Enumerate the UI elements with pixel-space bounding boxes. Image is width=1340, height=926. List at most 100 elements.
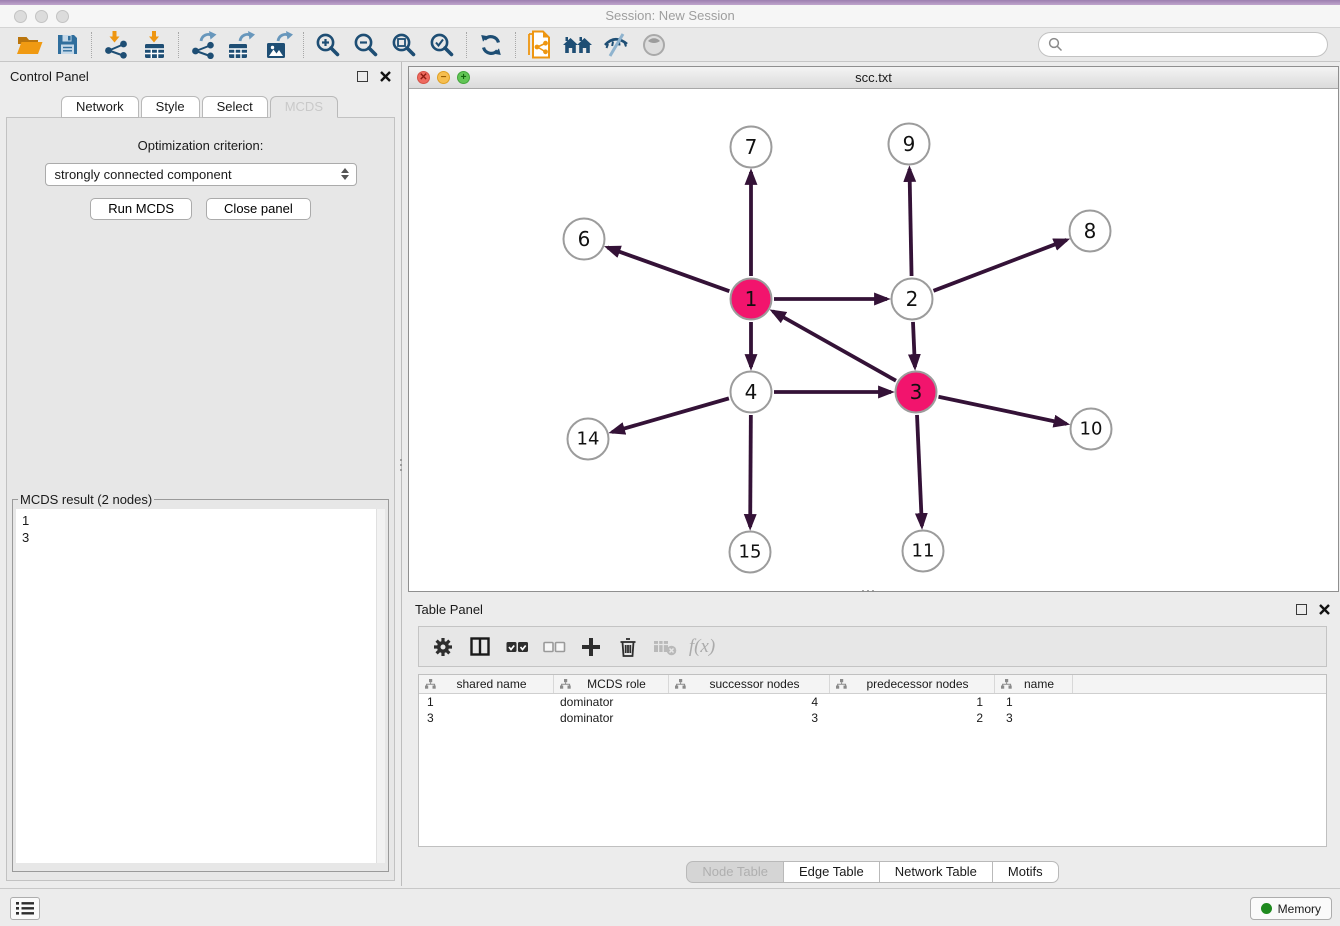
zoom-window-button[interactable] [56,10,69,23]
export-network-icon[interactable] [184,30,222,60]
graph-node-label-9: 9 [903,132,916,156]
cell-successor-nodes[interactable]: 3 [669,710,830,726]
window-traffic-lights[interactable] [14,10,69,23]
run-mcds-button[interactable]: Run MCDS [90,198,192,220]
unselect-all-icon[interactable] [540,640,568,654]
graph-node-label-11: 11 [912,541,935,562]
horizontal-splitter-handle[interactable] [862,590,874,592]
result-scrollbar[interactable] [376,509,385,863]
graph-node-label-15: 15 [739,542,762,563]
close-panel-icon[interactable] [380,71,391,82]
graph-edge-2-8[interactable] [933,240,1066,291]
cell-MCDS-role[interactable]: dominator [554,710,669,726]
cell-shared-name[interactable]: 1 [419,694,554,710]
graph-node-label-4: 4 [745,380,758,404]
export-image-icon[interactable] [260,30,298,60]
cell-successor-nodes[interactable]: 4 [669,694,830,710]
select-all-icon[interactable] [503,640,531,654]
toolbar-divider [303,32,304,58]
zoom-view-button[interactable]: + [457,71,470,84]
graph-edge-1-6[interactable] [608,247,730,291]
status-bar: Memory [0,888,1340,926]
column-header-successor-nodes[interactable]: successor nodes [669,675,830,693]
minimize-view-button[interactable]: − [437,71,450,84]
delete-row-icon[interactable] [614,636,642,658]
import-table-icon[interactable] [135,30,173,60]
graph-edge-3-1[interactable] [773,311,896,380]
hide-graphics-details-icon[interactable] [597,30,635,60]
control-panel-title: Control Panel [10,69,89,84]
optimization-criterion-label: Optimization criterion: [7,138,394,153]
close-panel-button[interactable]: Close panel [206,198,311,220]
node-table[interactable]: shared nameMCDS rolesuccessor nodesprede… [418,674,1327,847]
vertical-splitter-handle[interactable] [400,459,403,471]
tab-motifs[interactable]: Motifs [993,861,1059,883]
network-graph[interactable]: 7968124314101511 [409,89,1338,592]
close-view-button[interactable]: ✕ [417,71,430,84]
close-table-panel-icon[interactable] [1319,604,1330,615]
select-stepper-icon [341,168,349,180]
network-canvas[interactable]: 7968124314101511 [409,89,1338,591]
cell-name[interactable]: 3 [995,710,1073,726]
graph-node-label-1: 1 [745,287,758,311]
zoom-out-icon[interactable] [347,30,385,60]
window-title: Session: New Session [0,5,1340,27]
list-icon [16,901,34,916]
column-header-predecessor-nodes[interactable]: predecessor nodes [830,675,995,693]
table-toolbar: f(x) [418,626,1327,667]
save-icon[interactable] [48,30,86,60]
optimization-criterion-select[interactable]: strongly connected component [45,163,357,186]
cell-predecessor-nodes[interactable]: 1 [830,694,995,710]
table-row[interactable]: 3dominator323 [419,710,1326,726]
mcds-result-group: MCDS result (2 nodes) 13 [12,492,389,872]
zoom-selected-icon[interactable] [423,30,461,60]
float-panel-icon[interactable] [357,71,368,82]
float-table-panel-icon[interactable] [1296,604,1307,615]
graph-edge-3-11[interactable] [917,415,922,526]
minimize-window-button[interactable] [35,10,48,23]
graph-edge-2-3[interactable] [913,322,915,367]
export-table-icon[interactable] [222,30,260,60]
tab-select[interactable]: Select [202,96,268,118]
column-header-shared-name[interactable]: shared name [419,675,554,693]
add-row-icon[interactable] [577,636,605,658]
home-icon[interactable] [559,30,597,60]
zoom-in-icon[interactable] [309,30,347,60]
cell-MCDS-role[interactable]: dominator [554,694,669,710]
graph-edge-4-15[interactable] [750,415,751,527]
import-network-icon[interactable] [97,30,135,60]
column-header-MCDS-role[interactable]: MCDS role [554,675,669,693]
open-folder-icon[interactable] [10,30,48,60]
tab-network-table[interactable]: Network Table [880,861,993,883]
task-history-button[interactable] [10,897,40,920]
column-type-icon [675,679,686,689]
tab-network[interactable]: Network [61,96,139,118]
birds-eye-view-icon[interactable] [635,30,673,60]
tab-mcds[interactable]: MCDS [270,96,338,118]
zoom-fit-icon[interactable] [385,30,423,60]
refresh-icon[interactable] [472,30,510,60]
open-network-file-icon[interactable] [521,30,559,60]
tab-edge-table[interactable]: Edge Table [784,861,880,883]
search-icon [1048,37,1063,52]
graph-edge-2-9[interactable] [909,169,911,276]
cell-shared-name[interactable]: 3 [419,710,554,726]
network-window-titlebar[interactable]: ✕−+ scc.txt [409,67,1338,89]
table-settings-icon[interactable] [429,636,457,658]
graph-edge-4-14[interactable] [612,398,729,432]
cell-name[interactable]: 1 [995,694,1073,710]
network-window-controls: ✕−+ [417,71,470,84]
close-window-button[interactable] [14,10,27,23]
table-panel-tabs: Node TableEdge TableNetwork TableMotifs [405,861,1340,883]
cell-predecessor-nodes[interactable]: 2 [830,710,995,726]
table-row[interactable]: 1dominator411 [419,694,1326,710]
mcds-result-list[interactable]: 13 [16,509,385,863]
tab-style[interactable]: Style [141,96,200,118]
search-input[interactable] [1038,32,1328,57]
column-header-name[interactable]: name [995,675,1073,693]
tab-node-table[interactable]: Node Table [686,861,784,883]
memory-button[interactable]: Memory [1250,897,1332,920]
graph-edge-3-10[interactable] [939,397,1067,424]
mcds-result-item: 3 [22,529,373,546]
show-columns-icon[interactable] [466,636,494,658]
